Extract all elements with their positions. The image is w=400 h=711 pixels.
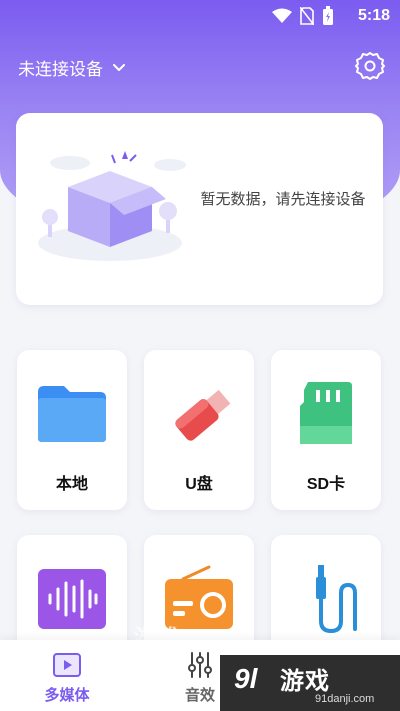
- watermark-logo: 9l: [234, 663, 258, 694]
- play-square-icon: [53, 653, 81, 677]
- status-icons: [272, 6, 334, 26]
- tile-label: U盘: [185, 476, 213, 493]
- empty-state-message: 暂无数据，请先连接设备: [200, 191, 366, 208]
- aux-cable-icon: [316, 565, 357, 633]
- device-selector[interactable]: 未连接设备: [18, 55, 125, 80]
- wifi-icon: [272, 8, 292, 23]
- tile-label: 本地: [55, 476, 88, 493]
- chevron-down-icon: [113, 63, 125, 71]
- status-bar: 5:18: [0, 0, 400, 34]
- nav-label: 多媒体: [44, 687, 90, 704]
- usb-drive-icon: [175, 389, 231, 441]
- tile-usb[interactable]: U盘: [144, 350, 254, 510]
- nav-multimedia[interactable]: 多媒体: [17, 640, 117, 711]
- gear-icon[interactable]: [354, 50, 386, 82]
- status-time: 5:18: [357, 7, 390, 24]
- watermark-badge: 9l 游戏 91danji.com: [220, 655, 400, 711]
- equalizer-icon: [188, 652, 212, 678]
- audio-wave-icon: [38, 569, 106, 629]
- no-sim-icon: [300, 7, 314, 25]
- device-label: 未连接设备: [18, 60, 103, 79]
- empty-state-card: 暂无数据，请先连接设备: [16, 113, 383, 305]
- battery-icon: [323, 6, 333, 25]
- sd-card-icon: [300, 382, 352, 444]
- tile-local[interactable]: 本地: [17, 350, 127, 510]
- tile-sd-card[interactable]: SD卡: [271, 350, 381, 510]
- folder-icon: [38, 386, 106, 442]
- tile-label: SD卡: [306, 476, 346, 493]
- watermark-title: 游戏: [280, 668, 330, 695]
- empty-box-icon: [38, 151, 186, 261]
- watermark-url: 91danji.com: [315, 693, 375, 705]
